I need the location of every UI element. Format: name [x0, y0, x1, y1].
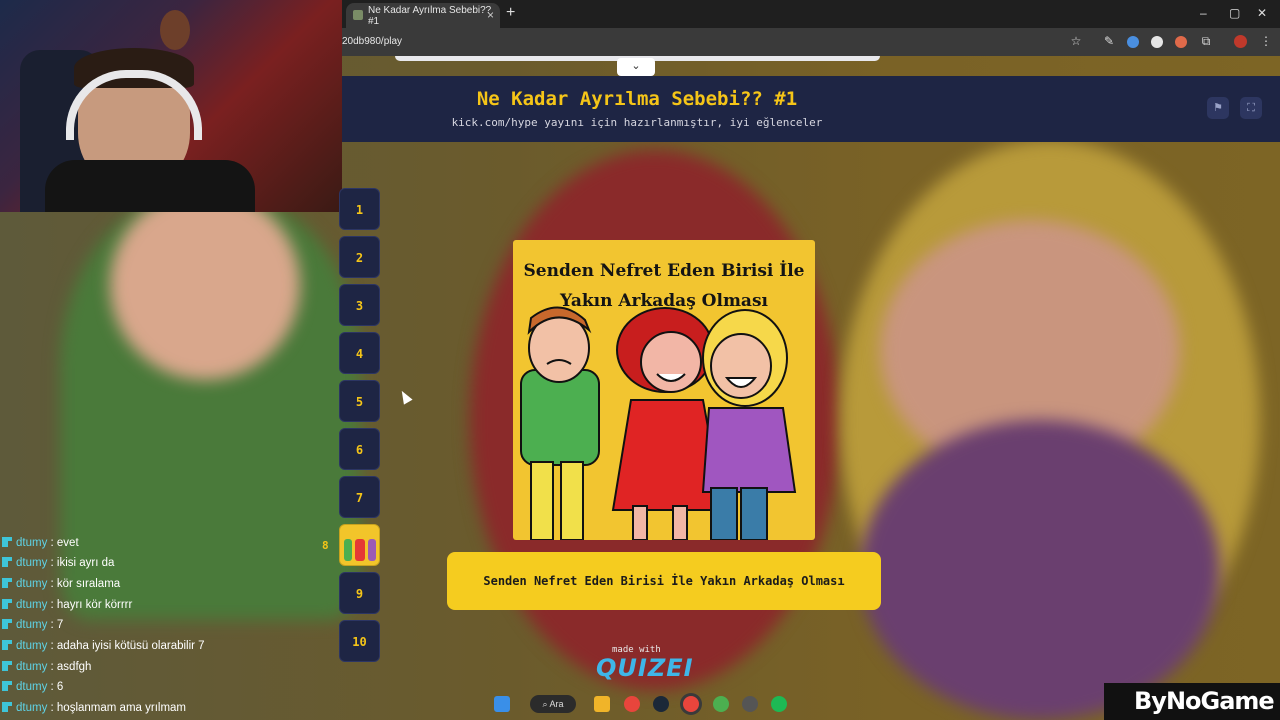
chat-text: : evet: [47, 537, 79, 549]
question-item-9[interactable]: 9: [339, 572, 380, 614]
question-item-2[interactable]: 2: [339, 236, 380, 278]
chat-username: dtumy: [16, 619, 48, 631]
chat-username: dtumy: [16, 661, 48, 673]
question-image-card: Senden Nefret Eden Birisi İle Yakın Arka…: [513, 240, 815, 540]
streamer-shirt: [45, 160, 255, 212]
extensions-puzzle-icon[interactable]: ⧉: [1199, 34, 1213, 48]
chat-badge-icon: [2, 599, 12, 609]
chat-username: dtumy: [16, 537, 48, 549]
question-item-3[interactable]: 3: [339, 284, 380, 326]
taskbar-search-label: Ara: [549, 699, 564, 709]
new-tab-button[interactable]: +: [506, 4, 515, 22]
quiz-title: Ne Kadar Ayrılma Sebebi?? #1: [476, 88, 798, 110]
chat-message: dtumy : evet: [2, 537, 79, 549]
bynogame-logo: ByNoGame: [1104, 683, 1280, 720]
question-item-8-label: 8: [322, 539, 329, 552]
fullscreen-icon[interactable]: ⛶: [1240, 97, 1262, 119]
chat-badge-icon: [2, 702, 12, 712]
chat-text: : 6: [47, 681, 64, 693]
chat-badge-icon: [2, 661, 12, 671]
quizei-logo[interactable]: QUIZEI: [596, 654, 694, 682]
answer-option-button[interactable]: Senden Nefret Eden Birisi İle Yakın Arka…: [447, 552, 881, 610]
chat-username: dtumy: [16, 557, 48, 569]
obs-icon[interactable]: [742, 696, 758, 712]
webcam-overlay: [0, 0, 342, 212]
question-item-10[interactable]: 10: [339, 620, 380, 662]
chat-text: : asdfgh: [47, 661, 92, 673]
chat-badge-icon: [2, 681, 12, 691]
chrome-active-icon[interactable]: [683, 696, 699, 712]
question-item-8-thumbnail[interactable]: [339, 524, 380, 566]
chat-text: : 7: [47, 619, 64, 631]
chat-username: dtumy: [16, 702, 48, 714]
chat-text: : adaha iyisi kötüsü olarabilir 7: [47, 640, 205, 652]
address-bar: [342, 28, 1280, 56]
chat-text: : hoşlanmam ama yrılmam: [47, 702, 187, 714]
profile-avatar[interactable]: [1234, 35, 1247, 48]
chat-text: : ikisi ayrı da: [47, 557, 115, 569]
tab-title: Ne Kadar Ayrılma Sebebi?? #1: [368, 4, 492, 27]
question-item-4[interactable]: 4: [339, 332, 380, 374]
friends-illustration: [520, 306, 797, 540]
tab-close-icon[interactable]: ×: [487, 8, 494, 22]
chat-badge-icon: [2, 578, 12, 588]
question-item-7[interactable]: 7: [339, 476, 380, 518]
chat-message: dtumy : hoşlanmam ama yrılmam: [2, 702, 186, 714]
bookmark-star-icon[interactable]: ☆: [1069, 34, 1083, 48]
chat-message: dtumy : hayrı kör körrrr: [2, 599, 132, 611]
chat-message: dtumy : adaha iyisi kötüsü olarabilir 7: [2, 640, 205, 652]
browser-tab[interactable]: Ne Kadar Ayrılma Sebebi?? #1 ×: [346, 3, 500, 28]
chat-badge-icon: [2, 619, 12, 629]
chat-message: dtumy : 6: [2, 681, 63, 693]
question-item-5[interactable]: 5: [339, 380, 380, 422]
chat-message: dtumy : asdfgh: [2, 661, 91, 673]
chat-text: : kör sıralama: [47, 578, 121, 590]
quiz-subtitle: kick.com/hype yayını için hazırlanmıştır…: [451, 116, 823, 129]
question-item-6[interactable]: 6: [339, 428, 380, 470]
pen-extension-icon[interactable]: ✎: [1102, 34, 1116, 48]
maximize-button[interactable]: ▢: [1229, 6, 1240, 20]
browser-menu-icon[interactable]: ⋮: [1259, 34, 1273, 48]
chrome-icon[interactable]: [624, 696, 640, 712]
bg-face-left: [110, 190, 300, 380]
taskbar-search[interactable]: ⌕ Ara: [530, 695, 576, 713]
chat-badge-icon: [2, 537, 12, 547]
chat-username: dtumy: [16, 599, 48, 611]
question-item-1[interactable]: 1: [339, 188, 380, 230]
extension-ghost-icon[interactable]: [1151, 36, 1163, 48]
tab-favicon-icon: [353, 10, 363, 20]
chrome-alt-icon[interactable]: [713, 696, 729, 712]
chat-username: dtumy: [16, 681, 48, 693]
chat-username: dtumy: [16, 578, 48, 590]
chat-message: dtumy : 7: [2, 619, 63, 631]
chat-badge-icon: [2, 640, 12, 650]
chat-badge-icon: [2, 557, 12, 567]
steam-icon[interactable]: [653, 696, 669, 712]
file-explorer-icon[interactable]: [594, 696, 610, 712]
extension-flower-icon[interactable]: [1175, 36, 1187, 48]
spotify-icon[interactable]: [771, 696, 787, 712]
chat-message: dtumy : ikisi ayrı da: [2, 557, 114, 569]
windows-start-icon[interactable]: [494, 696, 510, 712]
bg-figure-purple: [860, 420, 1220, 720]
chevron-down-icon[interactable]: ⌄: [617, 58, 655, 76]
plush-toy: [160, 10, 190, 50]
chat-text: : hayrı kör körrrr: [47, 599, 133, 611]
url-field[interactable]: 20db980/play: [342, 36, 402, 47]
minimize-button[interactable]: –: [1200, 6, 1207, 20]
flag-report-icon[interactable]: ⚑: [1207, 97, 1229, 119]
close-window-button[interactable]: ✕: [1257, 6, 1267, 20]
extension-blue-icon[interactable]: [1127, 36, 1139, 48]
chat-message: dtumy : kör sıralama: [2, 578, 120, 590]
chat-username: dtumy: [16, 640, 48, 652]
